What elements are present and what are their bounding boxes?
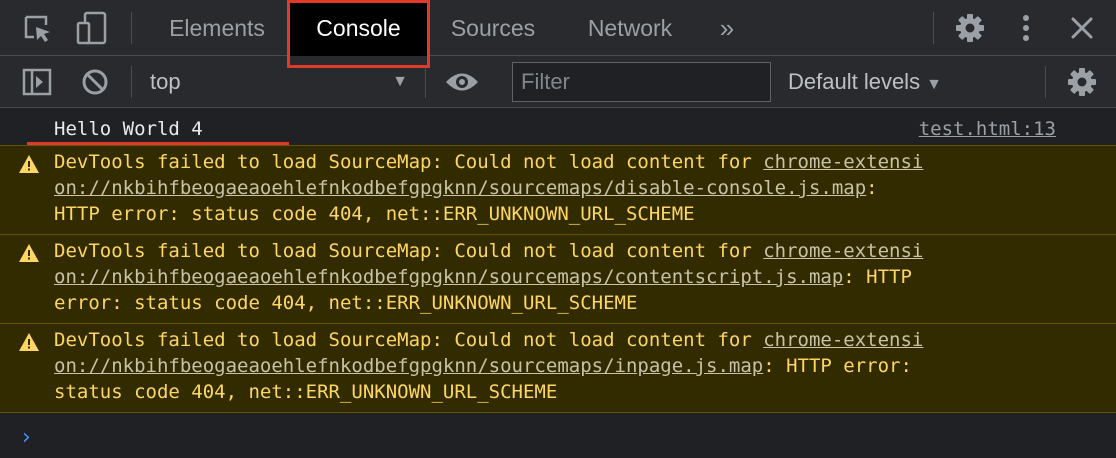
close-devtools-icon[interactable] bbox=[1068, 14, 1096, 42]
live-expression-eye-icon[interactable] bbox=[444, 69, 480, 95]
warning-text: : bbox=[866, 177, 878, 199]
filter-input[interactable] bbox=[512, 62, 771, 102]
console-prompt[interactable]: › bbox=[0, 419, 1116, 458]
warning-text: DevTools failed to load SourceMap: Could… bbox=[54, 329, 764, 351]
toolbar-divider bbox=[425, 66, 426, 98]
toolbar-divider bbox=[131, 12, 132, 44]
warning-text: HTTP error: status code 404, net::ERR_UN… bbox=[54, 203, 695, 225]
warning-icon bbox=[18, 331, 40, 353]
devtools-tab-bar: Elements Console Sources Network » bbox=[0, 0, 1116, 56]
more-options-icon[interactable] bbox=[1016, 12, 1036, 44]
warning-icon bbox=[18, 242, 40, 264]
sourcemap-link[interactable]: on://nkbihfbeogaeaoehlefnkodbefgpgknn/so… bbox=[54, 266, 843, 288]
settings-gear-icon[interactable] bbox=[954, 12, 986, 44]
sourcemap-link[interactable]: chrome-extensi bbox=[763, 151, 923, 173]
context-selector-label: top bbox=[150, 69, 181, 94]
console-toolbar: top ▼ Default levels ▼ bbox=[0, 56, 1116, 108]
console-log-message: Hello World 4 test.html:13 bbox=[0, 108, 1116, 146]
tab-network[interactable]: Network bbox=[570, 0, 690, 56]
toolbar-divider bbox=[1045, 66, 1046, 98]
warning-icon bbox=[18, 153, 40, 175]
log-message-text: Hello World 4 bbox=[54, 118, 203, 140]
log-levels-label: Default levels bbox=[788, 69, 921, 94]
clear-console-icon[interactable] bbox=[80, 67, 110, 97]
prompt-chevron-icon: › bbox=[22, 425, 31, 450]
dropdown-caret-icon: ▼ bbox=[392, 73, 408, 90]
device-toggle-icon[interactable] bbox=[76, 11, 108, 45]
tab-sources[interactable]: Sources bbox=[436, 0, 550, 56]
dropdown-caret-icon: ▼ bbox=[926, 76, 942, 93]
sourcemap-link[interactable]: on://nkbihfbeogaeaoehlefnkodbefgpgknn/so… bbox=[54, 355, 763, 377]
context-selector[interactable]: top ▼ bbox=[150, 56, 412, 108]
sourcemap-link[interactable]: on://nkbihfbeogaeaoehlefnkodbefgpgknn/so… bbox=[54, 177, 866, 199]
warning-text: : HTTP bbox=[843, 266, 912, 288]
toolbar-divider bbox=[933, 12, 934, 44]
log-source-link[interactable]: test.html:13 bbox=[919, 118, 1056, 140]
sourcemap-link[interactable]: chrome-extensi bbox=[763, 329, 923, 351]
console-warning-message: DevTools failed to load SourceMap: Could… bbox=[0, 145, 1116, 235]
tab-elements[interactable]: Elements bbox=[152, 0, 282, 56]
console-messages: Hello World 4 test.html:13 DevTools fail… bbox=[0, 108, 1116, 413]
warning-text: DevTools failed to load SourceMap: Could… bbox=[54, 151, 764, 173]
sidebar-toggle-icon[interactable] bbox=[22, 67, 52, 97]
sourcemap-link[interactable]: chrome-extensi bbox=[763, 240, 923, 262]
log-levels-dropdown[interactable]: Default levels ▼ bbox=[788, 56, 942, 108]
console-warning-message: DevTools failed to load SourceMap: Could… bbox=[0, 234, 1116, 324]
warning-text: error: status code 404, net::ERR_UNKNOWN… bbox=[54, 292, 638, 314]
toolbar-divider bbox=[131, 66, 132, 98]
more-tabs-button[interactable]: » bbox=[705, 0, 749, 56]
warning-text: : HTTP error: bbox=[763, 355, 912, 377]
tab-console[interactable]: Console bbox=[290, 0, 427, 56]
console-warning-message: DevTools failed to load SourceMap: Could… bbox=[0, 323, 1116, 413]
inspect-element-icon[interactable] bbox=[22, 13, 54, 45]
warning-text: status code 404, net::ERR_UNKNOWN_URL_SC… bbox=[54, 381, 558, 403]
console-settings-gear-icon[interactable] bbox=[1066, 66, 1098, 98]
warning-text: DevTools failed to load SourceMap: Could… bbox=[54, 240, 764, 262]
